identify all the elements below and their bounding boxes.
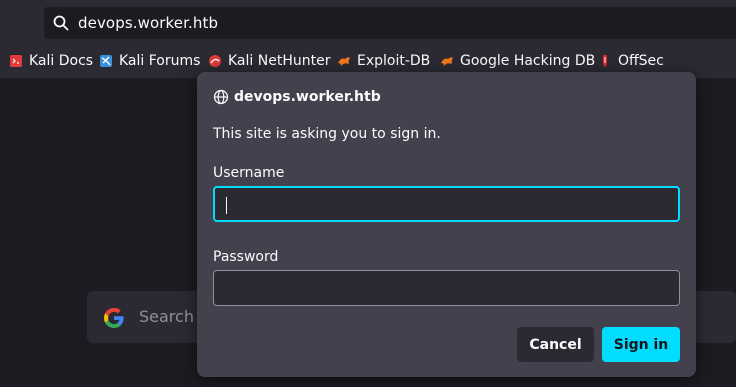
bookmark-google-hacking-db[interactable]: Google Hacking DB xyxy=(440,48,595,74)
username-label: Username xyxy=(213,165,285,181)
password-field[interactable] xyxy=(213,270,680,306)
offsec-icon xyxy=(603,55,607,67)
bookmark-kali-forums[interactable]: Kali Forums xyxy=(99,48,200,74)
bookmark-label: Kali Docs xyxy=(29,53,94,69)
search-icon xyxy=(53,15,69,31)
kali-forums-icon xyxy=(100,55,112,67)
google-icon xyxy=(104,308,124,328)
newtab-search-placeholder: Search xyxy=(139,307,194,326)
bookmark-exploit-db[interactable]: Exploit-DB xyxy=(337,48,430,74)
dialog-message: This site is asking you to sign in. xyxy=(213,126,441,142)
username-field[interactable] xyxy=(213,186,680,222)
http-auth-dialog: devops.worker.htb This site is asking yo… xyxy=(197,72,696,377)
dialog-header: devops.worker.htb xyxy=(213,89,381,105)
bookmark-label: Kali NetHunter xyxy=(228,53,331,69)
kali-nethunter-icon xyxy=(209,55,221,67)
address-bar-url: devops.worker.htb xyxy=(78,14,219,32)
bookmark-label: Exploit-DB xyxy=(357,53,431,69)
globe-icon xyxy=(213,89,229,105)
password-label: Password xyxy=(213,249,279,265)
kali-docs-icon xyxy=(10,55,22,67)
bookmark-kali-docs[interactable]: Kali Docs xyxy=(9,48,93,74)
exploit-db-icon xyxy=(338,57,350,66)
cancel-button[interactable]: Cancel xyxy=(517,327,594,362)
bookmark-offsec[interactable]: OffSec xyxy=(598,48,664,74)
bookmark-label: OffSec xyxy=(618,53,664,69)
google-hacking-db-icon xyxy=(441,57,453,66)
bookmark-label: Google Hacking DB xyxy=(460,53,596,69)
bookmark-label: Kali Forums xyxy=(119,53,201,69)
address-bar[interactable]: devops.worker.htb xyxy=(44,7,736,39)
bookmarks-toolbar: Kali Docs Kali Forums Kali NetHunter Exp… xyxy=(0,48,736,74)
dialog-host: devops.worker.htb xyxy=(234,89,381,105)
sign-in-button[interactable]: Sign in xyxy=(602,327,680,362)
text-caret xyxy=(226,197,227,214)
browser-toolbar: devops.worker.htb Kali Docs Kali Forums … xyxy=(0,0,736,78)
bookmark-kali-nethunter[interactable]: Kali NetHunter xyxy=(208,48,330,74)
